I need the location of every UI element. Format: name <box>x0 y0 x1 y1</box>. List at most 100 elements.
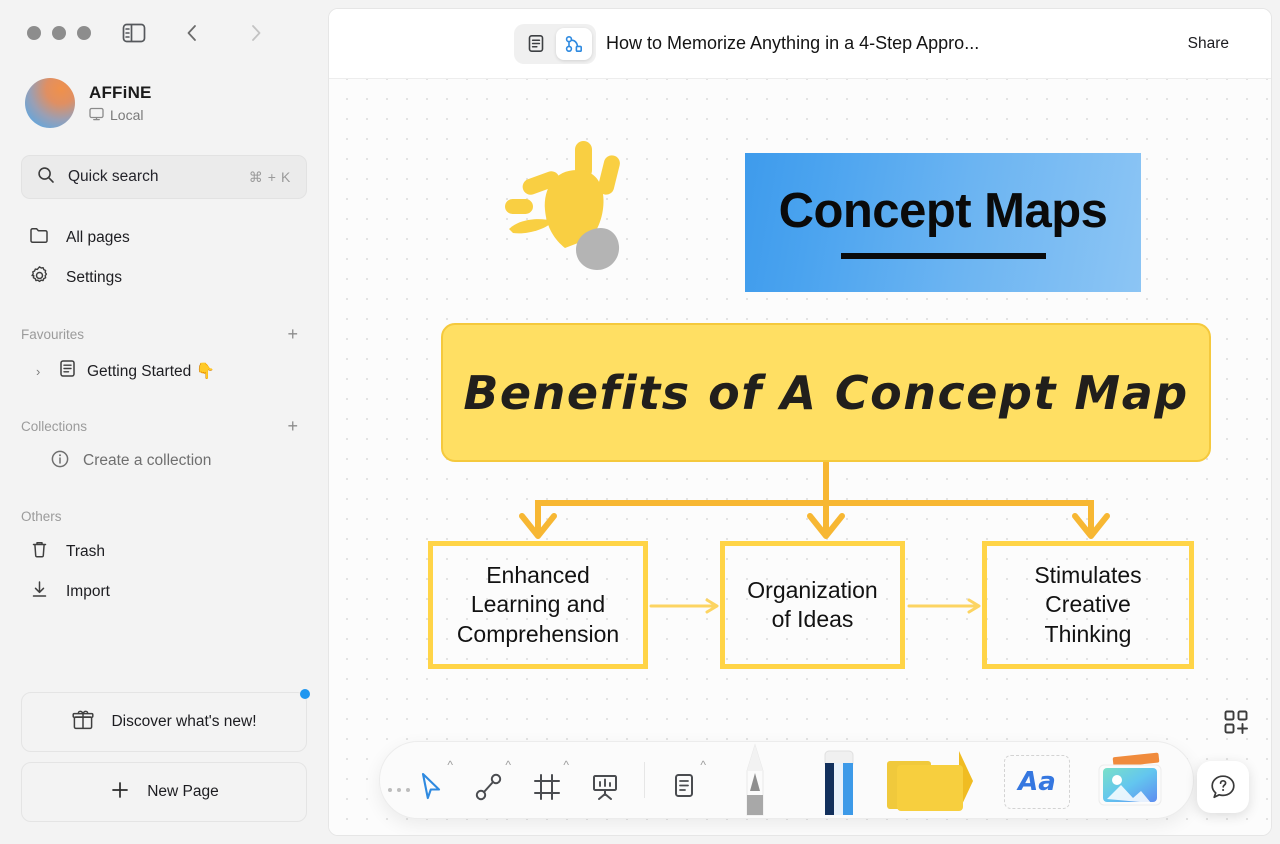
eraser-tool[interactable] <box>797 741 881 819</box>
node-text: Enhanced Learning and Comprehension <box>456 562 620 647</box>
discover-whats-new-button[interactable]: Discover what's new! <box>21 689 310 752</box>
search-input[interactable]: Quick search ⌘ + K <box>21 155 307 199</box>
sidebar-item-label: Import <box>66 583 110 600</box>
plus-icon <box>109 779 131 806</box>
new-page-button[interactable]: New Page <box>21 762 307 822</box>
lightbulb-icon <box>497 137 637 282</box>
workspace-sync-status: Local <box>89 107 152 124</box>
edgeless-canvas[interactable]: Concept Maps Benefits of A Concept Map E… <box>329 79 1271 835</box>
new-page-label: New Page <box>147 783 219 800</box>
search-placeholder: Quick search <box>68 168 159 185</box>
sidebar-item-import[interactable]: Import <box>21 573 307 611</box>
discover-label: Discover what's new! <box>111 713 257 730</box>
search-shortcut: ⌘ + K <box>248 168 291 185</box>
add-favourite-button[interactable]: + <box>287 325 298 343</box>
sticky-note-tool[interactable] <box>881 741 991 819</box>
share-button[interactable]: Share <box>1188 35 1229 53</box>
document-header: How to Memorize Anything in a 4-Step App… <box>329 9 1271 79</box>
favourites-title: Favourites <box>21 326 85 342</box>
import-icon <box>29 579 50 605</box>
sidebar-item-getting-started[interactable]: › Getting Started 👇 <box>21 353 307 389</box>
chevron-up-icon: ^ <box>447 758 453 772</box>
main-panel: How to Memorize Anything in a 4-Step App… <box>328 8 1272 836</box>
others-nav: Trash Import <box>0 533 328 611</box>
tab-page-mode[interactable] <box>518 28 554 60</box>
sidebar-item-label: Trash <box>66 543 106 560</box>
pen-tool[interactable] <box>713 741 797 819</box>
close-button[interactable] <box>27 26 41 40</box>
collections-section-header: Collections + <box>0 411 328 441</box>
monitor-icon <box>89 107 104 124</box>
frame-tool[interactable]: ^ <box>518 749 576 811</box>
concept-node-organization[interactable]: Organization of Ideas <box>720 541 905 669</box>
present-tool[interactable] <box>576 749 634 811</box>
others-title: Others <box>21 508 62 524</box>
workspace-name: AFFiNE <box>89 82 152 102</box>
search-icon <box>37 166 55 189</box>
page-title[interactable]: How to Memorize Anything in a 4-Step App… <box>606 33 979 54</box>
notification-badge <box>300 689 310 699</box>
concept-node-creative-thinking[interactable]: Stimulates Creative Thinking <box>982 541 1194 669</box>
gear-icon <box>29 265 50 291</box>
chevron-up-icon: ^ <box>563 758 569 772</box>
sidebar-footer: Discover what's new! New Page <box>0 689 328 844</box>
sidebar-item-label: Settings <box>66 269 123 286</box>
banner-underline <box>840 252 1046 259</box>
page-icon <box>58 359 77 383</box>
note-tool[interactable]: ^ <box>655 749 713 811</box>
window-controls-bar <box>0 0 328 66</box>
template-add-icon[interactable] <box>1219 705 1253 739</box>
image-tool[interactable] <box>1083 741 1187 819</box>
edgeless-toolbar-wrap: ^ ^ ^ ^ Aa <box>379 738 1261 822</box>
app-window: AFFiNE Local Quick search ⌘ + K All page… <box>0 0 1280 844</box>
primary-nav: All pages Settings <box>0 219 328 297</box>
sidebar-item-create-collection[interactable]: Create a collection <box>21 443 307 479</box>
text-tool[interactable]: Aa <box>991 741 1083 819</box>
edgeless-toolbar: ^ ^ ^ ^ Aa <box>379 741 1194 819</box>
sidebar-item-label: All pages <box>66 229 130 246</box>
workspace-sync-label: Local <box>110 107 144 123</box>
favourites-section-header: Favourites + <box>0 319 328 349</box>
traffic-lights <box>27 26 91 40</box>
editor-mode-switch <box>514 23 596 64</box>
gift-icon <box>71 708 95 737</box>
chevron-up-icon: ^ <box>505 758 511 772</box>
info-icon <box>50 449 70 474</box>
sidebar: AFFiNE Local Quick search ⌘ + K All page… <box>0 0 328 844</box>
workspace-avatar <box>25 78 75 128</box>
node-text: Organization of Ideas <box>747 576 878 632</box>
concept-map-title-card[interactable]: Benefits of A Concept Map <box>441 323 1211 462</box>
minimize-button[interactable] <box>52 26 66 40</box>
sidebar-item-label: Create a collection <box>83 452 212 469</box>
chevron-left-icon[interactable] <box>181 22 203 44</box>
connector-tool[interactable]: ^ <box>460 749 518 811</box>
folder-icon <box>29 225 50 251</box>
node-text: Stimulates Creative Thinking <box>1034 562 1142 647</box>
chevron-right-icon[interactable]: › <box>36 364 48 379</box>
maximize-button[interactable] <box>77 26 91 40</box>
tab-edgeless-mode[interactable] <box>556 27 592 60</box>
history-nav <box>181 22 267 44</box>
help-question-icon[interactable] <box>1197 761 1249 813</box>
chevron-up-icon: ^ <box>700 758 706 772</box>
sidebar-item-all-pages[interactable]: All pages <box>21 219 307 257</box>
collections-title: Collections <box>21 418 88 434</box>
sidebar-item-label: Getting Started 👇 <box>87 362 215 380</box>
banner-title: Concept Maps <box>778 183 1108 238</box>
chevron-right-icon[interactable] <box>245 22 267 44</box>
toolbar-divider <box>644 762 645 798</box>
sidebar-item-trash[interactable]: Trash <box>21 533 307 571</box>
workspace-info: AFFiNE Local <box>89 83 152 124</box>
title-card-text: Benefits of A Concept Map <box>463 365 1189 420</box>
trash-icon <box>29 539 50 565</box>
select-tool[interactable]: ^ <box>402 749 460 811</box>
sidebar-toggle-icon[interactable] <box>121 22 147 44</box>
text-aa-icon: Aa <box>1018 767 1056 797</box>
workspace-selector[interactable]: AFFiNE Local <box>0 66 328 128</box>
sidebar-item-settings[interactable]: Settings <box>21 259 307 297</box>
concept-maps-banner[interactable]: Concept Maps <box>745 153 1141 292</box>
concept-node-enhanced-learning[interactable]: Enhanced Learning and Comprehension <box>428 541 648 669</box>
add-collection-button[interactable]: + <box>287 417 298 435</box>
others-section-header: Others <box>0 501 328 531</box>
